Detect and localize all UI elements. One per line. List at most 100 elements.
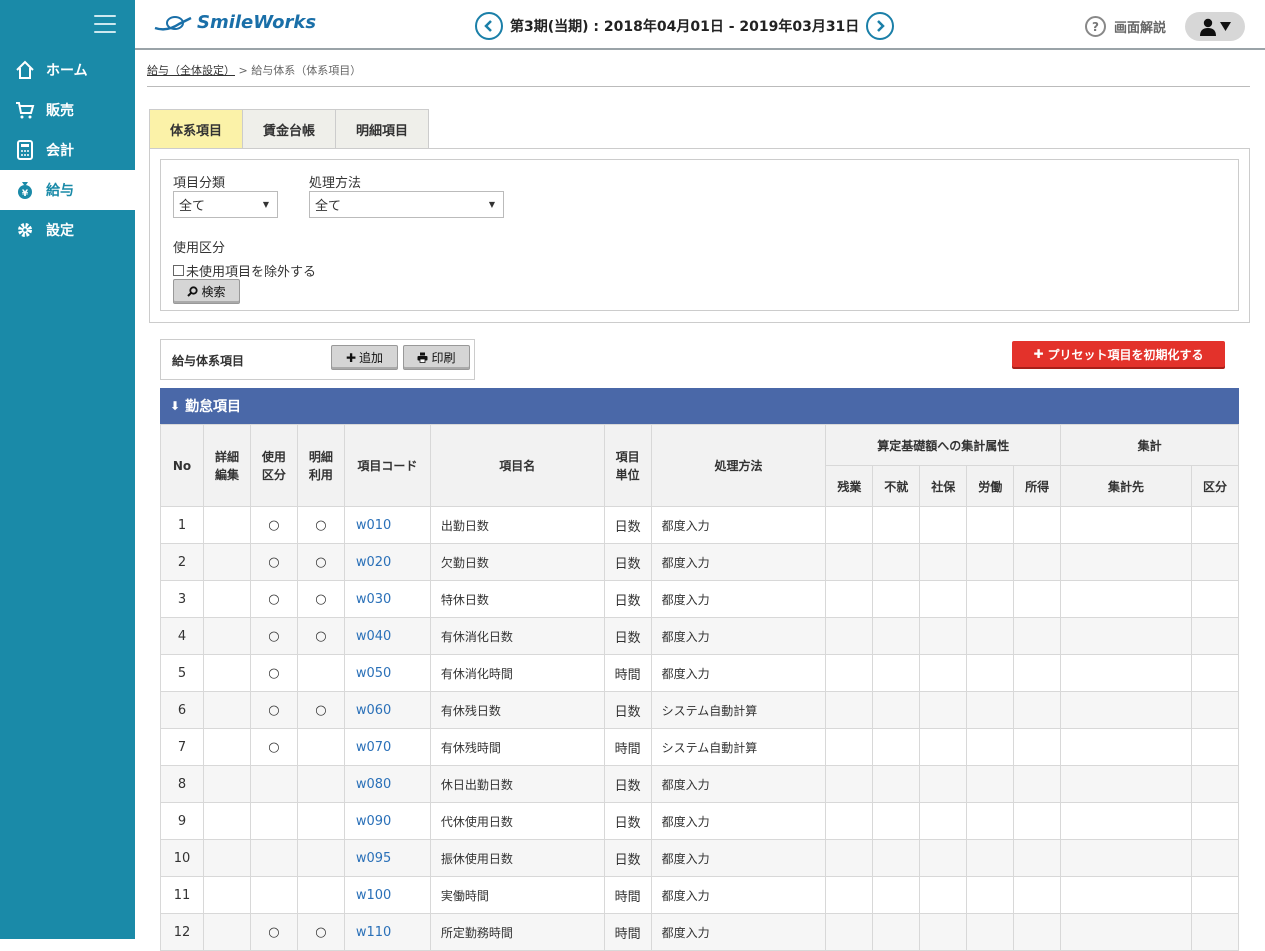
cell-method: 都度入力 (650, 913, 827, 951)
cell-empty (872, 876, 921, 914)
col-header-method: 処理方法 (650, 424, 827, 507)
cell-detail-use (296, 876, 345, 914)
tab-bar: 体系項目 賃金台帳 明細項目 (149, 109, 430, 148)
col-header-name: 項目名 (429, 424, 605, 507)
tab-system-items[interactable]: 体系項目 (149, 109, 244, 148)
cell-detail-use (296, 765, 345, 803)
table-row: 1 ○ ○ w010 出勤日数 日数 都度入力 (160, 506, 1240, 544)
cell-empty (1060, 765, 1192, 803)
cell-empty (1013, 617, 1062, 655)
category-select[interactable]: 全て ▼ (173, 191, 278, 218)
cell-empty (1190, 839, 1240, 877)
cell-empty (825, 913, 874, 951)
cell-name: 出勤日数 (429, 506, 605, 544)
cell-code-link[interactable]: w095 (343, 839, 431, 877)
cell-code-link[interactable]: w110 (343, 913, 431, 951)
exclude-unused-checkbox[interactable] (173, 265, 184, 276)
tab-detail-items[interactable]: 明細項目 (336, 109, 430, 148)
col-header-unit: 項目単位 (603, 424, 652, 507)
col-header-no: No (160, 424, 204, 507)
cell-method: 都度入力 (650, 543, 827, 581)
sidebar-item-label: 会計 (46, 143, 74, 159)
cell-name: 欠勤日数 (429, 543, 605, 581)
cell-no: 4 (160, 617, 204, 655)
sidebar-item-2[interactable]: 会計 (0, 130, 135, 170)
breadcrumb-link[interactable]: 給与（全体設定） (147, 64, 235, 77)
cell-usage: ○ (249, 913, 298, 951)
cell-empty (1060, 506, 1192, 544)
cell-usage: ○ (249, 506, 298, 544)
help-button[interactable]: ? 画面解説 (1085, 16, 1166, 37)
cell-code-link[interactable]: w090 (343, 802, 431, 840)
cell-code-link[interactable]: w060 (343, 691, 431, 729)
cell-name: 実働時間 (429, 876, 605, 914)
user-menu-button[interactable] (1185, 12, 1245, 41)
cell-empty (1190, 691, 1240, 729)
cell-name: 有休残日数 (429, 691, 605, 729)
table-row: 12 ○ ○ w110 所定勤務時間 時間 都度入力 (160, 913, 1240, 951)
dropdown-arrow-icon: ▼ (262, 200, 269, 209)
cell-code-link[interactable]: w050 (343, 654, 431, 692)
cell-empty (1060, 691, 1192, 729)
cell-name: 特休日数 (429, 580, 605, 618)
col-header-code: 項目コード (343, 424, 431, 507)
smileworks-logo-icon (154, 15, 192, 31)
cell-empty (872, 691, 921, 729)
cell-detail-use: ○ (296, 913, 345, 951)
cell-detail-edit (202, 617, 251, 655)
cell-detail-use: ○ (296, 691, 345, 729)
search-button-label: 検索 (201, 285, 226, 299)
cell-code-link[interactable]: w020 (343, 543, 431, 581)
prev-period-button[interactable] (475, 12, 503, 40)
cell-empty (1190, 765, 1240, 803)
print-button-label: 印刷 (431, 351, 456, 365)
period-label: 第3期(当期) : 2018年04月01日 - 2019年03月31日 (510, 19, 860, 35)
cell-code-link[interactable]: w030 (343, 580, 431, 618)
sidebar: ホーム 販売会計 ¥ 給与 設定 (0, 0, 135, 939)
cell-empty (825, 839, 874, 877)
sidebar-item-1[interactable]: 販売 (0, 90, 135, 130)
cell-code-link[interactable]: w040 (343, 617, 431, 655)
reset-preset-button[interactable]: ✚ プリセット項目を初期化する (1012, 341, 1225, 367)
print-button[interactable]: 印刷 (403, 345, 470, 370)
table-row: 6 ○ ○ w060 有休残日数 日数 システム自動計算 (160, 691, 1240, 729)
col-header-sum-class: 区分 (1190, 465, 1240, 507)
cell-code-link[interactable]: w010 (343, 506, 431, 544)
method-select[interactable]: 全て ▼ (309, 191, 504, 218)
cell-unit: 日数 (603, 691, 652, 729)
toolbar-title: 給与体系項目 (172, 354, 245, 368)
cell-method: 都度入力 (650, 617, 827, 655)
sidebar-item-0[interactable]: ホーム (0, 50, 135, 90)
cell-code-link[interactable]: w100 (343, 876, 431, 914)
cell-empty (966, 728, 1015, 766)
cell-code-link[interactable]: w080 (343, 765, 431, 803)
user-icon (1200, 18, 1216, 36)
next-period-button[interactable] (866, 12, 895, 40)
cell-detail-use: ○ (296, 580, 345, 618)
section-header[interactable]: ⬇ 勤怠項目 (160, 388, 1239, 424)
tab-wage-ledger[interactable]: 賃金台帳 (243, 109, 337, 148)
dropdown-arrow-icon: ▼ (488, 200, 495, 209)
cell-empty (1013, 876, 1062, 914)
sidebar-item-4[interactable]: 設定 (0, 210, 135, 250)
cell-empty (1013, 691, 1062, 729)
caret-down-icon (1220, 22, 1231, 31)
col-header-detail-edit: 詳細編集 (202, 424, 251, 507)
question-icon: ? (1085, 16, 1106, 37)
sidebar-item-3[interactable]: ¥ 給与 (0, 170, 135, 210)
exclude-unused-label[interactable]: 未使用項目を除外する (186, 261, 316, 280)
cell-code-link[interactable]: w070 (343, 728, 431, 766)
cell-detail-use: ○ (296, 543, 345, 581)
search-button[interactable]: 検索 (173, 279, 240, 304)
divider (147, 86, 1250, 87)
money-bag-icon: ¥ (14, 179, 36, 201)
cell-empty (919, 580, 968, 618)
cell-empty (825, 802, 874, 840)
cell-empty (825, 654, 874, 692)
table-row: 11 w100 実働時間 時間 都度入力 (160, 876, 1240, 914)
menu-toggle-icon[interactable] (94, 15, 116, 33)
app-logo[interactable]: SmileWorks (153, 12, 316, 33)
add-button[interactable]: ✚ 追加 (331, 345, 398, 370)
table-row: 3 ○ ○ w030 特休日数 日数 都度入力 (160, 580, 1240, 618)
gear-icon (14, 219, 36, 241)
